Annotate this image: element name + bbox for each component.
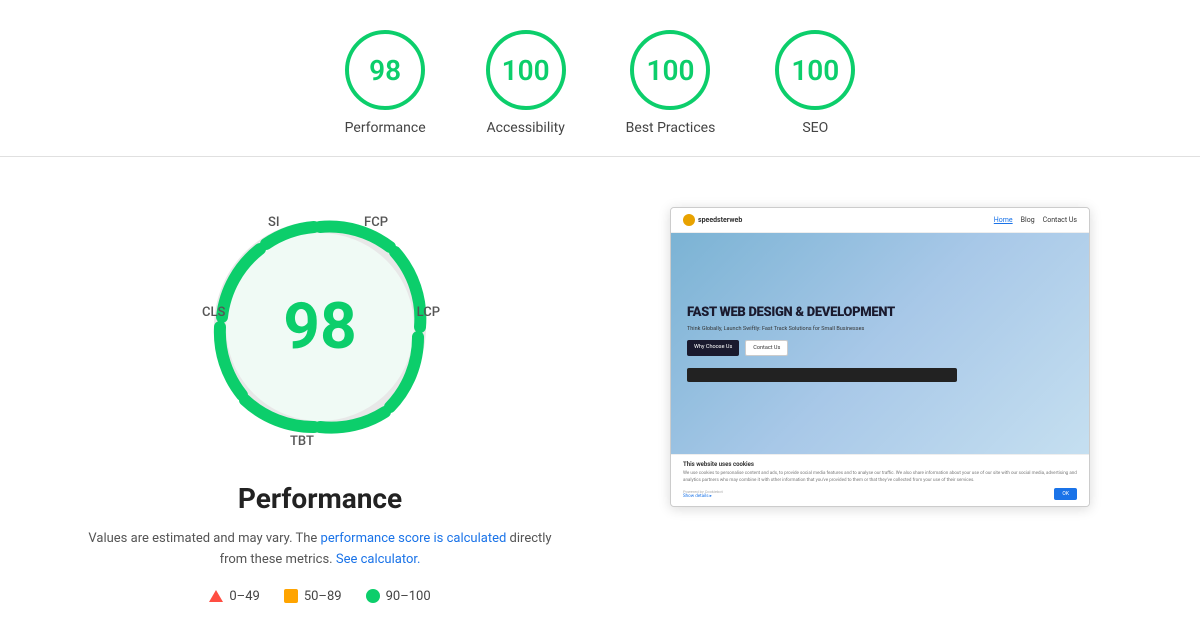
legend-orange: 50–89 (284, 589, 342, 604)
legend-green: 90–100 (366, 589, 431, 604)
right-panel: speedsterweb Home Blog Contact Us FAST W… (620, 187, 1140, 507)
preview-navbar: speedsterweb Home Blog Contact Us (671, 208, 1089, 233)
score-label-seo: SEO (802, 120, 828, 136)
score-label-best-practices: Best Practices (626, 120, 716, 136)
left-panel: SI FCP LCP TBT CLS 98 Performance Values… (60, 187, 580, 604)
score-label-performance: Performance (345, 120, 426, 136)
perf-score-link[interactable]: performance score is calculated (321, 531, 507, 546)
legend: 0–49 50–89 90–100 (209, 589, 430, 604)
footer-note-text-1: Values are estimated and may vary. The (88, 531, 320, 546)
green-circle-icon (366, 589, 380, 603)
orange-square-icon (284, 589, 298, 603)
legend-red: 0–49 (209, 589, 259, 604)
preview-cookie-area: This website uses cookies We use cookies… (671, 454, 1089, 506)
main-content: SI FCP LCP TBT CLS 98 Performance Values… (0, 157, 1200, 624)
preview-cookie-row: Powered by Cookiebot Show details ▸ OK (683, 488, 1077, 500)
preview-ok-button: OK (1054, 488, 1077, 500)
preview-nav-home: Home (994, 216, 1013, 224)
label-lcp: LCP (417, 305, 440, 320)
preview-logo-text: speedsterweb (698, 216, 742, 224)
radial-chart: SI FCP LCP TBT CLS 98 (180, 187, 460, 467)
calculator-link[interactable]: See calculator. (336, 552, 421, 567)
preview-contact-btn: Contact Us (745, 340, 788, 356)
score-circle-accessibility: 100 (486, 30, 566, 110)
preview-nav-links: Home Blog Contact Us (994, 216, 1077, 224)
legend-red-label: 0–49 (229, 589, 259, 604)
footer-note: Values are estimated and may vary. The p… (80, 529, 560, 571)
preview-why-btn: Why Choose Us (687, 340, 739, 356)
label-cls: CLS (202, 305, 225, 320)
score-accessibility: 100 Accessibility (486, 30, 566, 136)
score-circle-best-practices: 100 (630, 30, 710, 110)
label-fcp: FCP (364, 215, 388, 230)
scores-section: 98 Performance 100 Accessibility 100 Bes… (0, 0, 1200, 157)
perf-title: Performance (238, 482, 402, 515)
score-circle-performance: 98 (345, 30, 425, 110)
score-seo: 100 SEO (775, 30, 855, 136)
preview-hero: FAST WEB DESIGN & DEVELOPMENT Think Glob… (671, 233, 1089, 454)
score-best-practices: 100 Best Practices (626, 30, 716, 136)
preview-nav-blog: Blog (1021, 216, 1035, 224)
preview-nav-contact: Contact Us (1043, 216, 1077, 224)
legend-orange-label: 50–89 (304, 589, 342, 604)
preview-logo-icon (683, 214, 695, 226)
website-preview: speedsterweb Home Blog Contact Us FAST W… (670, 207, 1090, 507)
label-tbt: TBT (290, 434, 314, 449)
preview-cookie-text: We use cookies to personalise content an… (683, 471, 1077, 484)
preview-hero-title: FAST WEB DESIGN & DEVELOPMENT (687, 305, 1073, 321)
radial-score: 98 (283, 295, 356, 359)
preview-dark-bar (687, 368, 957, 382)
score-label-accessibility: Accessibility (486, 120, 564, 136)
preview-inner: speedsterweb Home Blog Contact Us FAST W… (671, 208, 1089, 506)
preview-hero-sub: Think Globally, Launch Swiftly: Fast Tra… (687, 326, 1073, 332)
preview-cookie-title: This website uses cookies (683, 461, 1077, 468)
preview-show-details: Show details ▸ (683, 494, 723, 499)
label-si: SI (268, 215, 280, 230)
score-performance: 98 Performance (345, 30, 426, 136)
score-circle-seo: 100 (775, 30, 855, 110)
preview-buttons: Why Choose Us Contact Us (687, 340, 1073, 356)
legend-green-label: 90–100 (386, 589, 431, 604)
red-triangle-icon (209, 590, 223, 602)
preview-logo: speedsterweb (683, 214, 742, 226)
